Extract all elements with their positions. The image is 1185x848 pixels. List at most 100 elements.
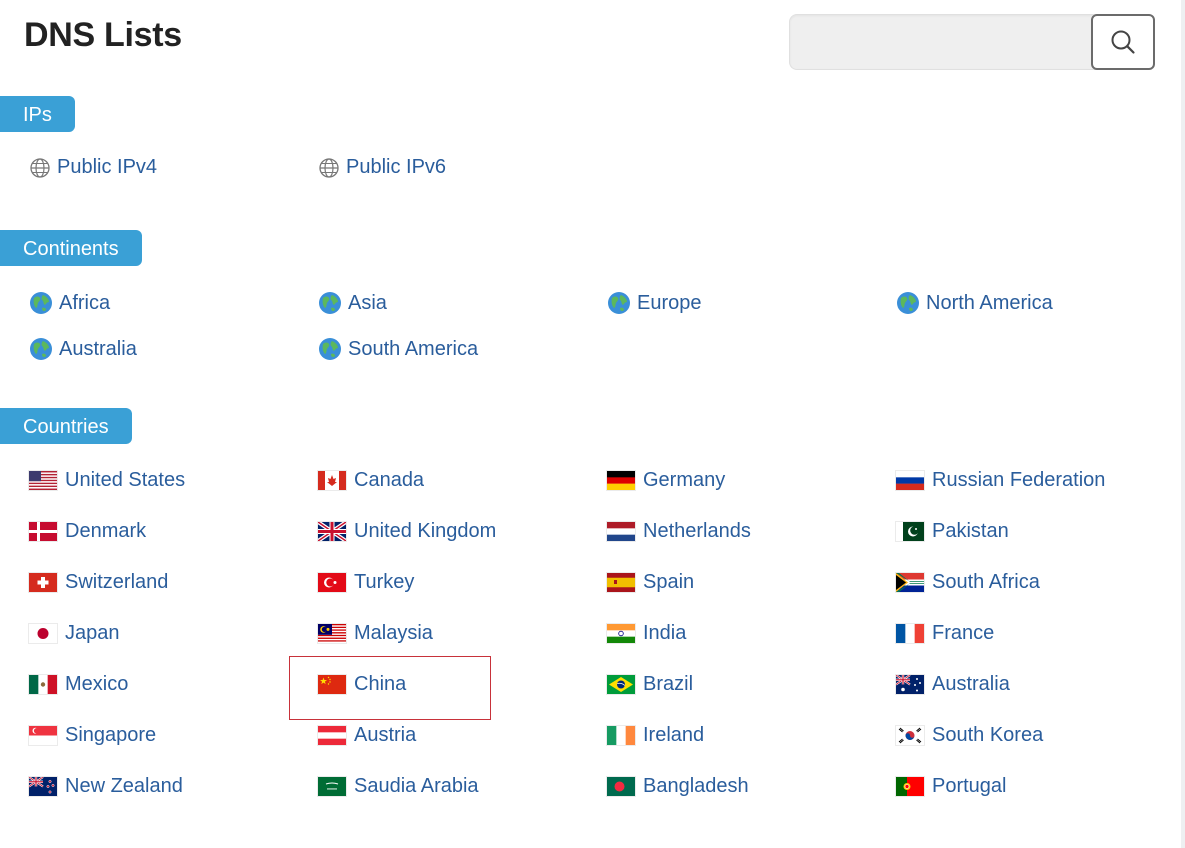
- bd-flag-icon: [607, 777, 635, 796]
- country-link-spain[interactable]: Spain: [607, 571, 694, 594]
- item-label: Public IPv4: [57, 156, 158, 178]
- country-link-china[interactable]: China: [318, 673, 406, 696]
- item-label: Pakistan: [932, 520, 1009, 542]
- item-label: Russian Federation: [932, 469, 1106, 491]
- fr-flag-icon: [896, 624, 924, 643]
- item-label: North America: [926, 291, 1053, 314]
- country-link-south-africa[interactable]: South Africa: [896, 571, 1040, 594]
- country-link-saudia-arabia[interactable]: Saudia Arabia: [318, 775, 479, 798]
- continent-link-africa[interactable]: Africa: [29, 291, 110, 315]
- network-globe-icon: [29, 157, 51, 179]
- item-label: Switzerland: [65, 571, 169, 593]
- item-label: United States: [65, 469, 186, 491]
- country-link-russian-federation[interactable]: Russian Federation: [896, 469, 1105, 492]
- country-link-australia[interactable]: Australia: [896, 673, 1010, 696]
- earth-globe-icon: [896, 291, 920, 315]
- search-box: [789, 14, 1155, 70]
- continent-link-asia[interactable]: Asia: [318, 291, 387, 315]
- nz-flag-icon: [29, 777, 57, 796]
- country-link-france[interactable]: France: [896, 622, 994, 645]
- us-flag-icon: [29, 471, 57, 490]
- country-link-mexico[interactable]: Mexico: [29, 673, 128, 696]
- item-label: Australia: [59, 337, 137, 360]
- country-link-brazil[interactable]: Brazil: [607, 673, 693, 696]
- item-label: Malaysia: [354, 622, 433, 644]
- country-link-austria[interactable]: Austria: [318, 724, 416, 747]
- continent-link-europe[interactable]: Europe: [607, 291, 702, 315]
- network-globe-icon: [318, 157, 340, 179]
- country-link-united-states[interactable]: United States: [29, 469, 185, 492]
- item-label: Ireland: [643, 724, 705, 746]
- country-link-india[interactable]: India: [607, 622, 686, 645]
- item-label: Portugal: [932, 775, 1007, 797]
- cn-flag-icon: [318, 675, 346, 694]
- mx-flag-icon: [29, 675, 57, 694]
- country-link-south-korea[interactable]: South Korea: [896, 724, 1043, 747]
- item-label: Europe: [637, 291, 702, 314]
- country-link-united-kingdom[interactable]: United Kingdom: [318, 520, 496, 543]
- item-label: Brazil: [643, 673, 694, 695]
- country-link-germany[interactable]: Germany: [607, 469, 725, 492]
- au-flag-icon: [896, 675, 924, 694]
- ch-flag-icon: [29, 573, 57, 592]
- sa-flag-icon: [318, 777, 346, 796]
- country-link-singapore[interactable]: Singapore: [29, 724, 156, 747]
- country-link-new-zealand[interactable]: New Zealand: [29, 775, 183, 798]
- za-flag-icon: [896, 573, 924, 592]
- item-label: Asia: [348, 291, 387, 314]
- pk-flag-icon: [896, 522, 924, 541]
- item-label: South Africa: [932, 571, 1040, 593]
- country-link-pakistan[interactable]: Pakistan: [896, 520, 1009, 543]
- page-title: DNS Lists: [24, 16, 182, 54]
- country-link-canada[interactable]: Canada: [318, 469, 424, 492]
- country-link-japan[interactable]: Japan: [29, 622, 120, 645]
- item-label: Africa: [59, 291, 111, 314]
- earth-globe-icon: [29, 337, 53, 361]
- my-flag-icon: [318, 624, 346, 643]
- search-button[interactable]: [1091, 14, 1155, 70]
- country-link-turkey[interactable]: Turkey: [318, 571, 414, 594]
- item-label: Turkey: [354, 571, 415, 593]
- continent-link-south-america[interactable]: South America: [318, 337, 478, 361]
- item-label: Denmark: [65, 520, 147, 542]
- ip-link-public-ipv6[interactable]: Public IPv6: [318, 156, 446, 179]
- dk-flag-icon: [29, 522, 57, 541]
- country-link-netherlands[interactable]: Netherlands: [607, 520, 751, 543]
- item-label: Australia: [932, 673, 1010, 695]
- item-label: Public IPv6: [346, 156, 447, 178]
- earth-globe-icon: [607, 291, 631, 315]
- gb-flag-icon: [318, 522, 346, 541]
- continent-link-north-america[interactable]: North America: [896, 291, 1053, 315]
- country-link-ireland[interactable]: Ireland: [607, 724, 704, 747]
- pt-flag-icon: [896, 777, 924, 796]
- item-label: United Kingdom: [354, 520, 497, 542]
- item-label: Saudia Arabia: [354, 775, 479, 797]
- item-label: Netherlands: [643, 520, 751, 542]
- item-label: South America: [348, 337, 479, 360]
- nl-flag-icon: [607, 522, 635, 541]
- search-input[interactable]: [789, 14, 1101, 70]
- section-tag-continents: Continents: [0, 230, 142, 266]
- ru-flag-icon: [896, 471, 924, 490]
- item-label: New Zealand: [65, 775, 183, 797]
- item-label: Japan: [65, 622, 120, 644]
- item-label: South Korea: [932, 724, 1044, 746]
- section-tag-countries: Countries: [0, 408, 132, 444]
- country-link-bangladesh[interactable]: Bangladesh: [607, 775, 749, 798]
- country-link-portugal[interactable]: Portugal: [896, 775, 1007, 798]
- section-tag-ips: IPs: [0, 96, 75, 132]
- item-label: Germany: [643, 469, 726, 491]
- ip-link-public-ipv4[interactable]: Public IPv4: [29, 156, 157, 179]
- continent-link-australia[interactable]: Australia: [29, 337, 137, 361]
- country-link-denmark[interactable]: Denmark: [29, 520, 146, 543]
- search-icon: [1111, 30, 1135, 54]
- es-flag-icon: [607, 573, 635, 592]
- at-flag-icon: [318, 726, 346, 745]
- country-link-malaysia[interactable]: Malaysia: [318, 622, 433, 645]
- earth-globe-icon: [29, 291, 53, 315]
- item-label: France: [932, 622, 995, 644]
- item-label: Canada: [354, 469, 425, 491]
- item-label: Austria: [354, 724, 417, 746]
- country-link-switzerland[interactable]: Switzerland: [29, 571, 168, 594]
- ie-flag-icon: [607, 726, 635, 745]
